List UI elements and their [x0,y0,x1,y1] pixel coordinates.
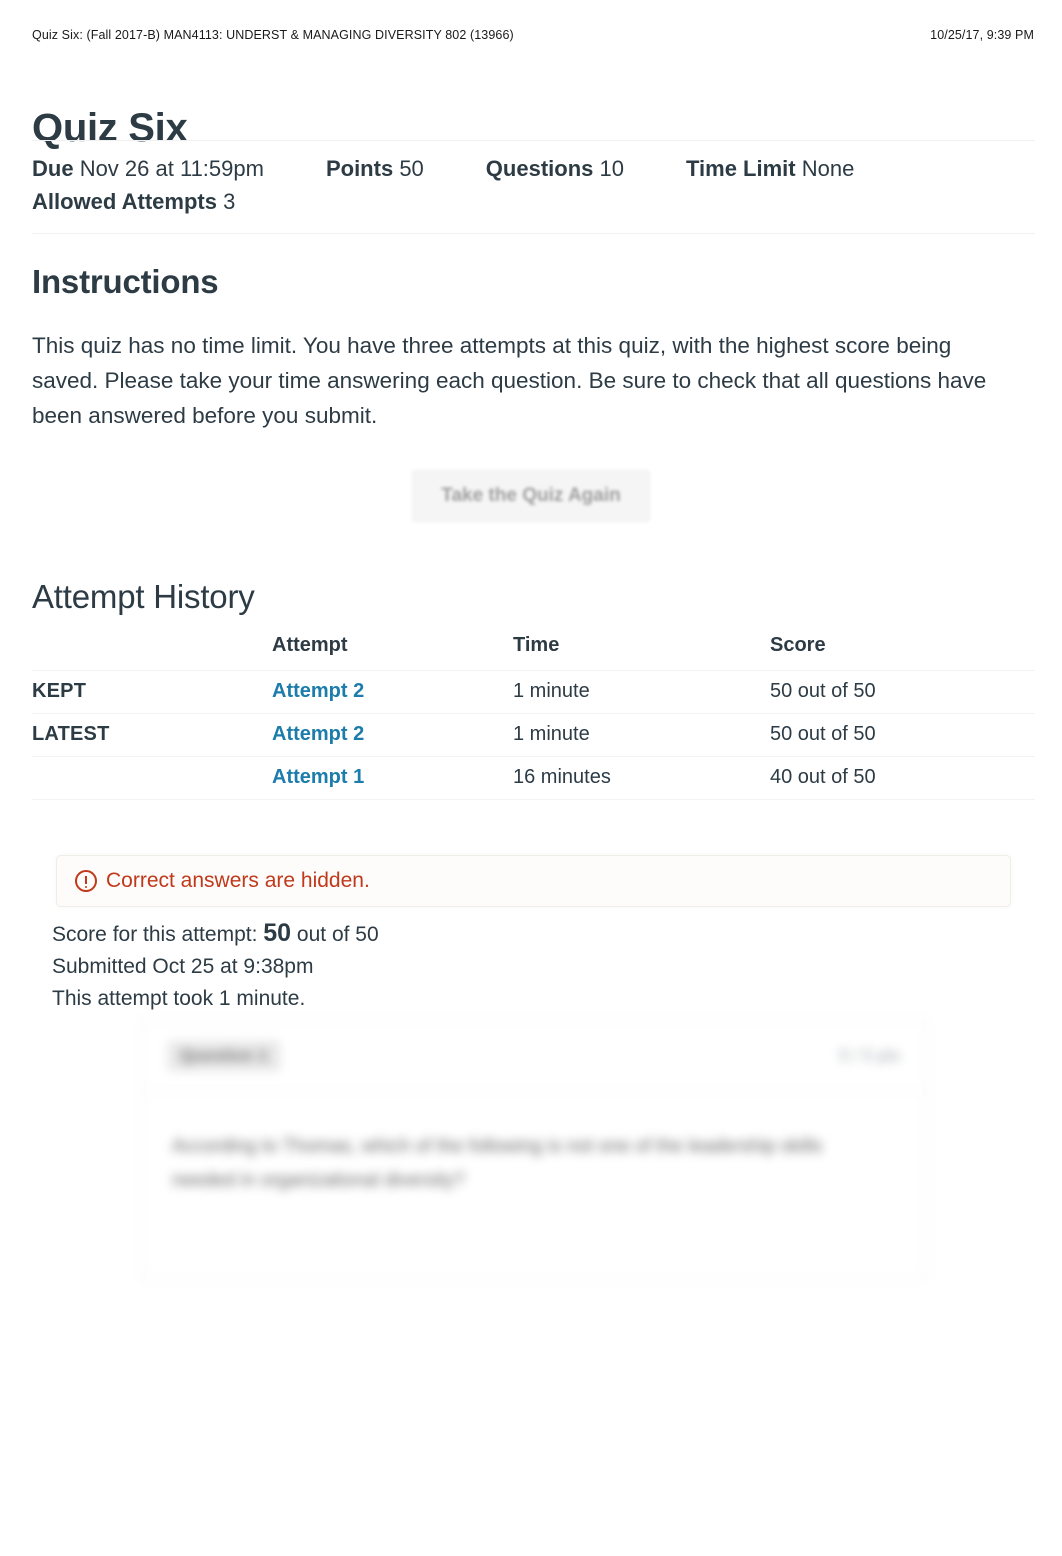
column-header-flag [32,628,272,670]
question-card-body: According to Thomas, which of the follow… [142,1092,926,1198]
take-quiz-again-button[interactable]: Take the Quiz Again [412,470,650,522]
attempt-score: 40 out of 50 [770,766,876,788]
attempt-submitted-line: Submitted Oct 25 at 9:38pm [52,955,314,978]
quiz-meta-row-primary: Due Nov 26 at 11:59pm Points 50 Question… [32,151,1035,186]
attempt-score: 50 out of 50 [770,723,876,745]
meta-value-allowed-attempts: 3 [223,189,236,215]
quiz-meta-block: Due Nov 26 at 11:59pm Points 50 Question… [32,140,1035,235]
meta-label-due: Due [32,156,74,181]
meta-item-questions: Questions 10 [486,151,624,186]
quiz-meta-row-secondary: Allowed Attempts 3 [32,184,1035,219]
score-suffix-label: out of 50 [296,923,379,946]
meta-label-points: Points [325,156,394,181]
meta-value-points: 50 [399,156,424,181]
attempt-time: 16 minutes [513,766,611,788]
question-card-header: Question 1 5 / 5 pts [142,1020,926,1092]
attempt-score-line: Score for this attempt: 50 out of 50 [52,917,379,951]
score-value: 50 [263,919,292,947]
column-header-attempt: Attempt [272,634,348,657]
meta-item-time-limit: Time Limit None [686,151,854,186]
attempt-history-table-body: KEPT Attempt 2 1 minute 50 out of 50 LAT… [32,670,1035,799]
attempt-link-cell: Attempt 2 [272,670,513,713]
take-quiz-again-container: Take the Quiz Again [0,470,1062,522]
attempt-time: 1 minute [513,723,590,745]
table-header-row: Attempt Time Score [32,628,1035,670]
attempt-history-table-head: Attempt Time Score [32,628,1035,670]
warning-circle-icon [75,870,97,892]
alert-message: Correct answers are hidden. [106,869,370,892]
meta-item-due: Due Nov 26 at 11:59pm [32,151,264,186]
question-points-label: 5 / 5 pts [839,1045,900,1065]
attempt-time: 1 minute [513,680,590,702]
status-badge: Correct answers are hidden. [56,855,1011,907]
attempt-flag-kept: KEPT [32,680,87,702]
meta-value-due: Nov 26 at 11:59pm [79,156,264,181]
table-row: KEPT Attempt 2 1 minute 50 out of 50 [32,670,1035,713]
meta-value-questions: 10 [599,156,624,181]
attempt-link-cell: Attempt 2 [272,713,513,756]
instructions-heading: Instructions [32,263,219,300]
meta-item-points: Points 50 [326,151,424,186]
attempt-duration-line: This attempt took 1 minute. [52,987,306,1010]
attempt-result-summary: Score for this attempt: 50 out of 50 Sub… [52,917,379,1015]
score-prefix-label: Score for this attempt: [52,923,258,946]
attempt-flag-latest: LATEST [32,723,110,745]
attempt-flag-none [32,756,272,799]
question-number-label: Question 1 [168,1040,280,1071]
meta-label-questions: Questions [485,156,594,181]
table-row: Attempt 1 16 minutes 40 out of 50 [32,756,1035,799]
question-preview-card: Question 1 5 / 5 pts According to Thomas… [141,1019,927,1281]
print-header-timestamp: 10/25/17, 9:39 PM [930,28,1034,42]
meta-item-allowed-attempts: Allowed Attempts 3 [32,184,235,219]
print-header-document-title: Quiz Six: (Fall 2017-B) MAN4113: UNDERST… [32,28,514,42]
meta-label-time-limit: Time Limit [685,156,796,181]
meta-value-time-limit: None [801,156,855,181]
attempt-link[interactable]: Attempt 1 [272,766,364,788]
attempt-score: 50 out of 50 [770,680,876,702]
print-header: Quiz Six: (Fall 2017-B) MAN4113: UNDERST… [32,28,1034,42]
attempt-link[interactable]: Attempt 2 [272,680,364,702]
question-text: According to Thomas, which of the follow… [172,1136,823,1191]
meta-label-allowed-attempts: Allowed Attempts [32,189,217,215]
table-row: LATEST Attempt 2 1 minute 50 out of 50 [32,713,1035,756]
instructions-body: This quiz has no time limit. You have th… [32,333,987,428]
attempt-link-cell: Attempt 1 [272,756,513,799]
attempt-history-table: Attempt Time Score KEPT Attempt 2 1 minu… [32,628,1035,800]
attempt-link[interactable]: Attempt 2 [272,723,364,745]
column-header-time: Time [513,634,560,657]
attempt-history-heading: Attempt History [32,578,255,615]
column-header-score: Score [770,634,826,657]
